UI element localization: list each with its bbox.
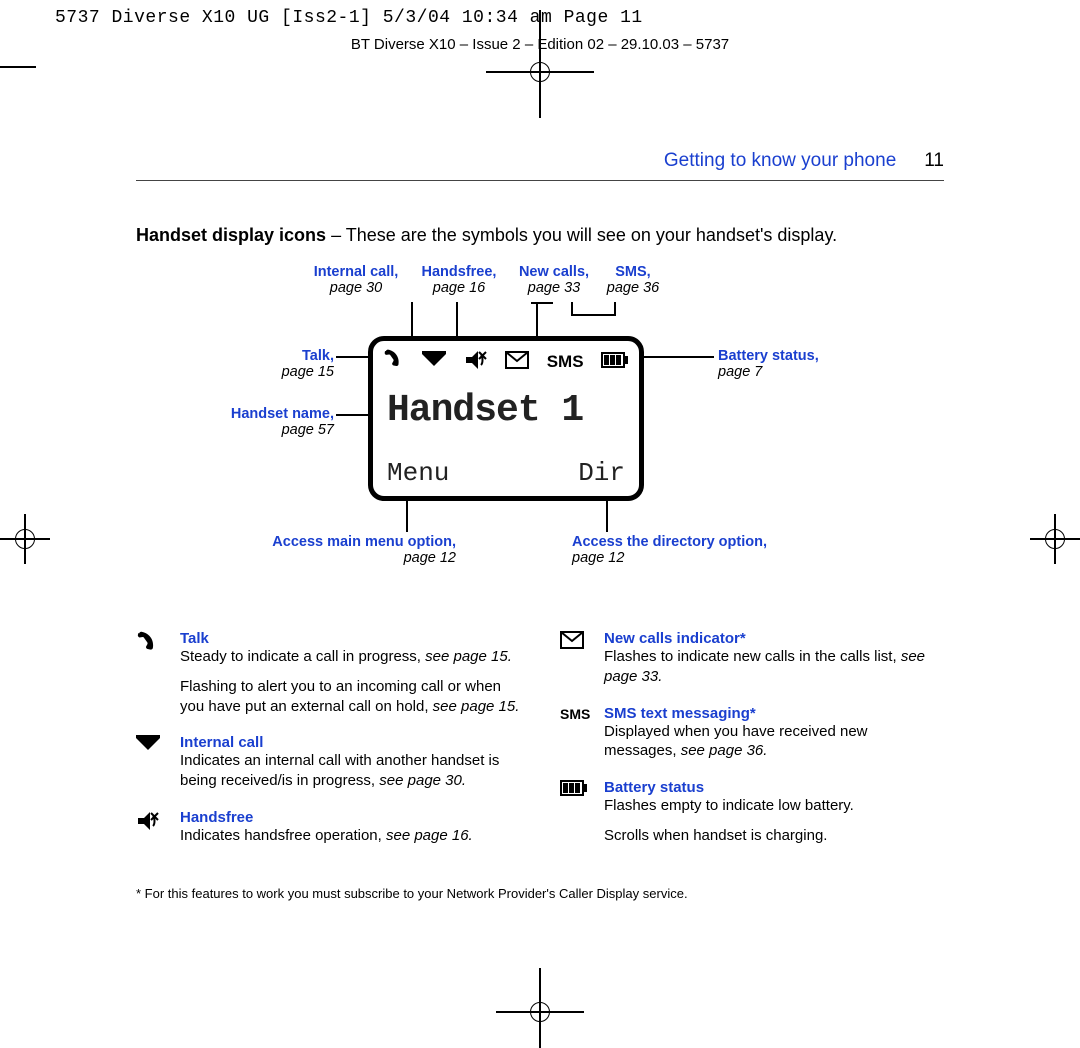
legend-item-talk: Talk Steady to indicate a call in progre… xyxy=(136,630,520,716)
callout-sms: SMS,page 36 xyxy=(598,264,668,296)
legend-item-internal: Internal call Indicates an internal call… xyxy=(136,734,520,791)
callout-internal-call: Internal call,page 30 xyxy=(306,264,406,296)
display-diagram: Internal call,page 30 Handsfree,page 16 … xyxy=(136,266,944,626)
callout-battery: Battery status,page 7 xyxy=(718,348,898,380)
talk-icon xyxy=(136,630,166,716)
sms-icon: SMS xyxy=(547,352,584,372)
legend-title: Internal call xyxy=(180,734,520,751)
callout-dir: Access the directory option,page 12 xyxy=(572,534,792,566)
softkey-menu: Menu xyxy=(387,458,449,488)
talk-icon xyxy=(383,349,405,375)
internal-call-icon xyxy=(422,351,446,373)
legend-item-handsfree: Handsfree Indicates handsfree operation,… xyxy=(136,809,520,846)
callout-talk: Talk,page 15 xyxy=(154,348,334,380)
legend-title: Handsfree xyxy=(180,809,473,826)
softkey-dir: Dir xyxy=(578,458,625,488)
registration-mark-icon xyxy=(528,1000,552,1024)
callout-handset-name: Handset name,page 57 xyxy=(154,406,334,438)
legend-title: New calls indicator* xyxy=(604,630,944,647)
legend-title: SMS text messaging* xyxy=(604,705,944,722)
footnote: * For this features to work you must sub… xyxy=(136,886,944,901)
callout-menu: Access main menu option,page 12 xyxy=(256,534,456,566)
icon-legend: Talk Steady to indicate a call in progre… xyxy=(136,630,944,864)
crop-mark-icon xyxy=(0,66,36,68)
sms-icon: SMS xyxy=(560,705,590,762)
registration-mark-icon xyxy=(10,524,40,554)
registration-mark-icon xyxy=(1040,524,1070,554)
intro-text: Handset display icons – These are the sy… xyxy=(136,225,944,246)
internal-call-icon xyxy=(136,734,166,791)
legend-title: Battery status xyxy=(604,779,854,796)
handsfree-icon xyxy=(464,349,488,375)
page-number: 11 xyxy=(924,150,944,172)
battery-icon xyxy=(560,779,590,846)
handset-screen: SMS Handset 1 Menu Dir xyxy=(368,336,644,501)
intro-rest: – These are the symbols you will see on … xyxy=(326,225,837,245)
divider xyxy=(136,180,944,181)
handsfree-icon xyxy=(136,809,166,846)
battery-icon xyxy=(601,352,629,372)
legend-item-battery: Battery status Flashes empty to indicate… xyxy=(560,779,944,846)
legend-item-sms: SMS SMS text messaging* Displayed when y… xyxy=(560,705,944,762)
legend-title: Talk xyxy=(180,630,520,647)
section-title: Getting to know your phone xyxy=(664,150,896,172)
print-slug: 5737 Diverse X10 UG [Iss2-1] 5/3/04 10:3… xyxy=(55,8,643,28)
callout-handsfree: Handsfree,page 16 xyxy=(414,264,504,296)
envelope-icon xyxy=(560,630,590,687)
legend-item-newcalls: New calls indicator* Flashes to indicate… xyxy=(560,630,944,687)
registration-mark-icon xyxy=(528,60,552,84)
handset-name-text: Handset 1 xyxy=(387,389,583,432)
envelope-icon xyxy=(505,351,529,373)
intro-bold: Handset display icons xyxy=(136,225,326,245)
callout-new-calls: New calls,page 33 xyxy=(514,264,594,296)
